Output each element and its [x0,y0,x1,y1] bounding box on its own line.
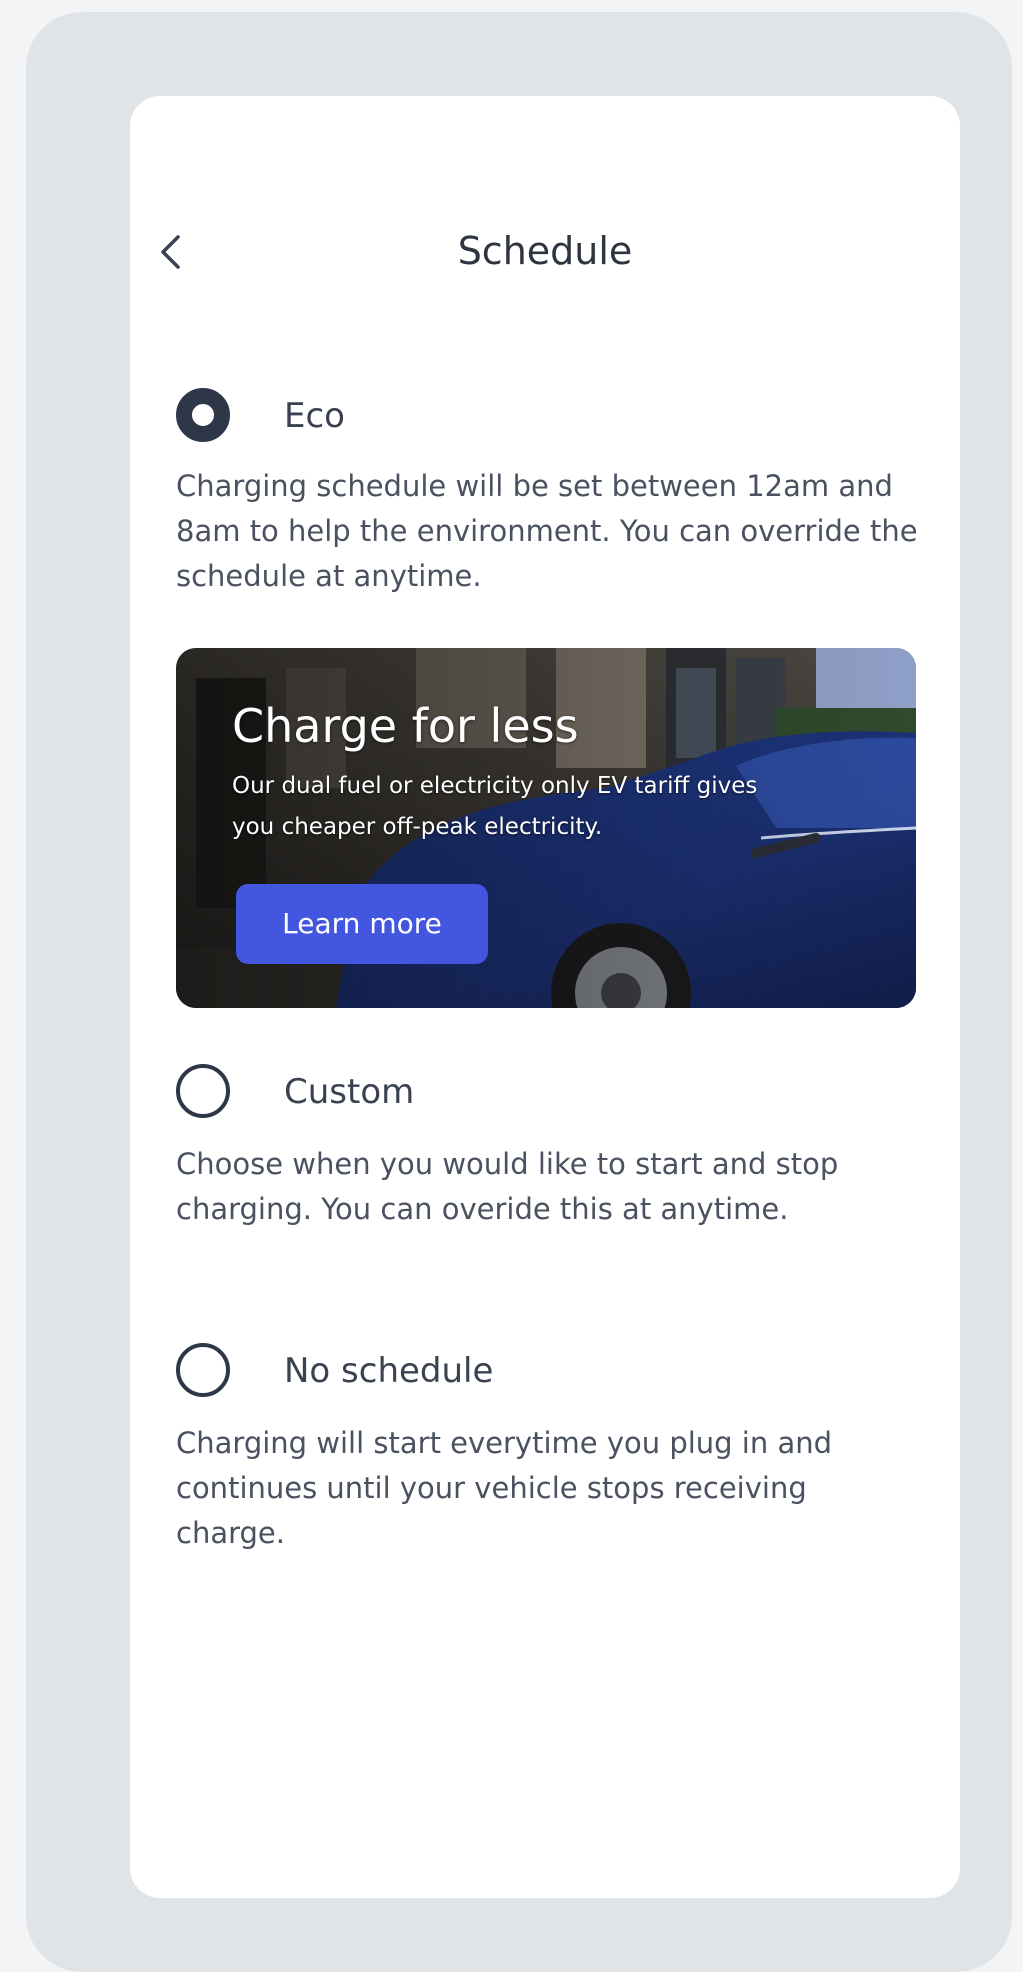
option-description-no-schedule: Charging will start everytime you plug i… [176,1426,833,1550]
option-label-eco: Eco [284,396,345,436]
option-label-custom: Custom [284,1072,415,1112]
promo-banner: Charge for less Our dual fuel or electri… [176,648,916,1008]
radio-custom[interactable] [176,1064,230,1118]
option-no-schedule[interactable]: No schedule [176,1343,876,1399]
page-title: Schedule [457,229,633,273]
option-description-custom: Choose when you would like to start and … [176,1147,839,1226]
promo-subtitle: Our dual fuel or electricity only EV tar… [232,773,758,840]
app-screen: Schedule Eco Charging schedule will be s… [130,96,960,1898]
promo-title: Charge for less [232,699,579,753]
learn-more-button[interactable]: Learn more [236,884,488,964]
option-description-eco: Charging schedule will be set between 12… [176,469,918,593]
option-custom[interactable]: Custom [176,1064,876,1120]
radio-eco[interactable] [176,388,230,442]
option-label-no-schedule: No schedule [284,1351,494,1391]
device-frame: Schedule Eco Charging schedule will be s… [26,12,1012,1972]
radio-no-schedule[interactable] [176,1343,230,1397]
option-eco[interactable]: Eco [176,388,876,444]
